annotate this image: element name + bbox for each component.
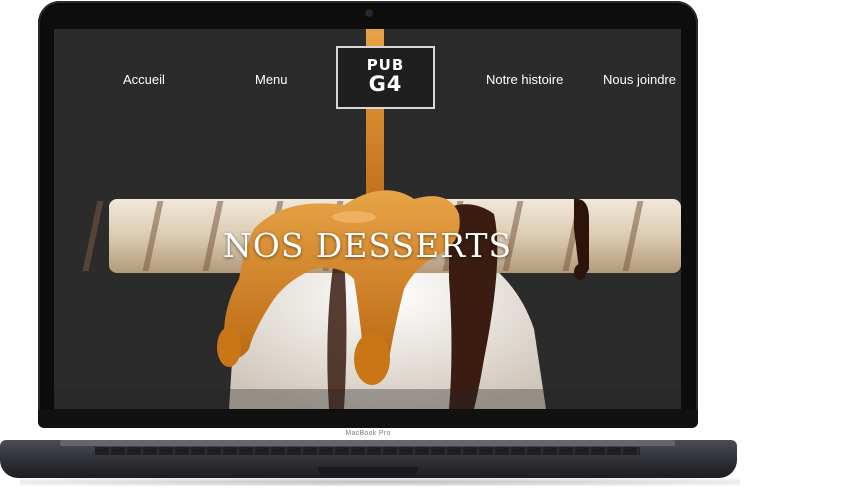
laptop-shadow	[20, 478, 740, 486]
webcam-icon	[366, 10, 372, 16]
nav-link-accueil[interactable]: Accueil	[123, 72, 165, 87]
laptop-chin	[38, 410, 698, 428]
keyboard-edge	[95, 447, 640, 455]
site-logo[interactable]: PUB G4	[336, 46, 435, 109]
laptop-mockup: Accueil Menu Notre histoire Nous joindre…	[0, 0, 863, 492]
logo-text-g4: G4	[368, 72, 403, 96]
device-model-label: MacBook Pro	[345, 430, 391, 437]
website-screen: Accueil Menu Notre histoire Nous joindre…	[54, 29, 681, 409]
hero-title: NOS DESSERTS	[222, 226, 513, 265]
nav-link-notre-histoire[interactable]: Notre histoire	[486, 72, 563, 87]
laptop-hinge	[60, 440, 675, 446]
logo-text-pub: PUB	[366, 56, 405, 74]
nav-link-menu[interactable]: Menu	[255, 72, 288, 87]
trackpad-notch	[318, 467, 418, 476]
nav-link-nous-joindre[interactable]: Nous joindre	[603, 72, 676, 87]
